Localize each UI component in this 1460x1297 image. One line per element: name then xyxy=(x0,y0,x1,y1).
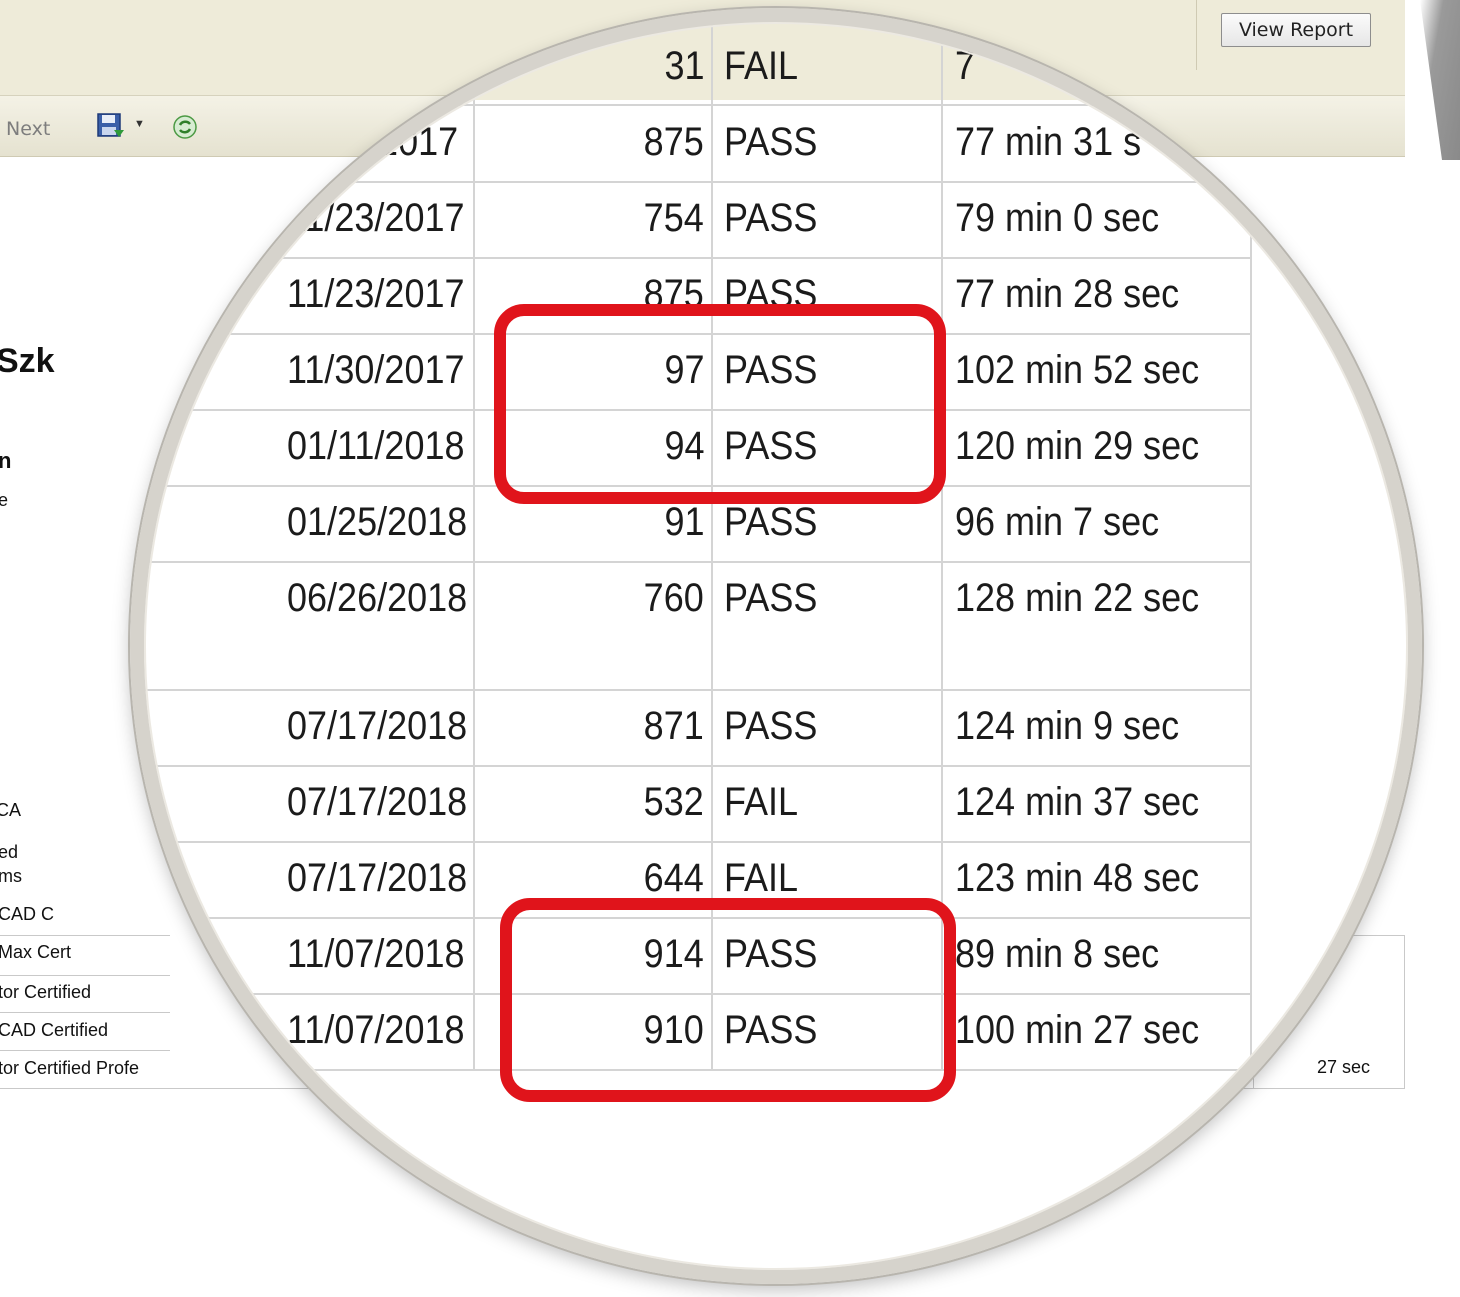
row-divider xyxy=(142,689,1250,691)
table-rule xyxy=(0,1012,170,1013)
export-dropdown-arrow-icon[interactable]: ▼ xyxy=(134,118,145,130)
highlight-box xyxy=(500,898,956,1102)
time-cell: 100 min 27 sec xyxy=(955,1008,1200,1052)
date-cell: 07/17/2018 xyxy=(287,856,468,900)
time-cell: 96 min 7 sec xyxy=(955,500,1160,544)
time-cell: 77 min 31 s xyxy=(955,120,1142,164)
view-report-button[interactable]: View Report xyxy=(1221,13,1371,47)
result-cell: FAIL xyxy=(724,44,799,88)
time-cell: 102 min 52 sec xyxy=(955,348,1200,392)
score-cell: 532 xyxy=(643,780,704,824)
time-cell: 79 min 0 sec xyxy=(955,196,1160,240)
date-cell: 11/23/2017 xyxy=(287,272,465,316)
time-cell: 7 xyxy=(955,44,976,88)
next-page-link[interactable]: Next xyxy=(6,118,50,140)
page-curl-shadow xyxy=(1420,0,1460,160)
result-cell: PASS xyxy=(724,500,818,544)
save-disk-icon[interactable] xyxy=(96,112,126,140)
date-cell: 11/23/2017 xyxy=(287,196,465,240)
text-fragment: tor Certified Profe xyxy=(0,1058,140,1078)
text-fragment: tor Certified xyxy=(0,982,92,1002)
score-cell: 875 xyxy=(643,120,704,164)
time-cell: 120 min 29 sec xyxy=(955,424,1200,468)
text-fragment: ed xyxy=(0,842,19,862)
text-fragment: CA xyxy=(0,800,22,820)
date-cell: 07/17/2018 xyxy=(287,704,468,748)
result-cell: PASS xyxy=(724,120,818,164)
date-cell: 11/07/2018 xyxy=(287,1008,465,1052)
header-fragment: n xyxy=(0,448,12,473)
time-fragment: 27 sec xyxy=(1316,1057,1370,1077)
date-cell: 11/07/2018 xyxy=(287,932,465,976)
time-cell: 124 min 9 sec xyxy=(955,704,1180,748)
row-divider xyxy=(142,257,1250,259)
highlight-box xyxy=(494,304,946,504)
time-cell: 89 min 8 sec xyxy=(955,932,1160,976)
table-rule xyxy=(0,935,170,936)
text-fragment: CAD Certified xyxy=(0,1020,109,1040)
row-divider xyxy=(142,181,1250,183)
score-cell: 31 xyxy=(663,44,704,88)
score-cell: 754 xyxy=(643,196,704,240)
score-cell: 760 xyxy=(643,576,704,620)
result-cell: FAIL xyxy=(724,856,799,900)
date-cell: 06/26/2018 xyxy=(287,576,468,620)
magnifier-lens: 31 FAIL 7 /23/2017 875 PASS 77 min 31 s … xyxy=(142,10,1422,1280)
text-fragment: Max Cert xyxy=(0,942,72,962)
date-cell: 07/17/2018 xyxy=(287,780,468,824)
score-cell: 91 xyxy=(663,500,704,544)
row-divider xyxy=(142,561,1250,563)
result-cell: FAIL xyxy=(724,780,799,824)
table-rule xyxy=(0,1050,170,1051)
text-fragment: e xyxy=(0,490,9,510)
text-fragment: CAD C xyxy=(0,904,55,924)
time-cell: 123 min 48 sec xyxy=(955,856,1200,900)
result-cell: PASS xyxy=(724,196,818,240)
text-fragment: ms xyxy=(0,866,22,886)
date-cell: 01/25/2018 xyxy=(287,500,468,544)
score-cell: 644 xyxy=(643,856,704,900)
score-cell: 871 xyxy=(643,704,704,748)
parameter-bar-separator xyxy=(1196,0,1197,70)
date-cell: 01/11/2018 xyxy=(287,424,465,468)
date-cell: 11/30/2017 xyxy=(287,348,465,392)
result-cell: PASS xyxy=(724,576,818,620)
column-divider xyxy=(1250,10,1252,1070)
row-divider xyxy=(142,765,1250,767)
time-cell: 128 min 22 sec xyxy=(955,576,1200,620)
table-rule xyxy=(0,975,170,976)
row-divider xyxy=(142,841,1250,843)
refresh-icon[interactable] xyxy=(172,114,198,140)
time-cell: 77 min 28 sec xyxy=(955,272,1180,316)
report-title-fragment: Szk xyxy=(0,342,55,380)
result-cell: PASS xyxy=(724,704,818,748)
column-divider xyxy=(473,10,475,1070)
time-cell: 124 min 37 sec xyxy=(955,780,1200,824)
